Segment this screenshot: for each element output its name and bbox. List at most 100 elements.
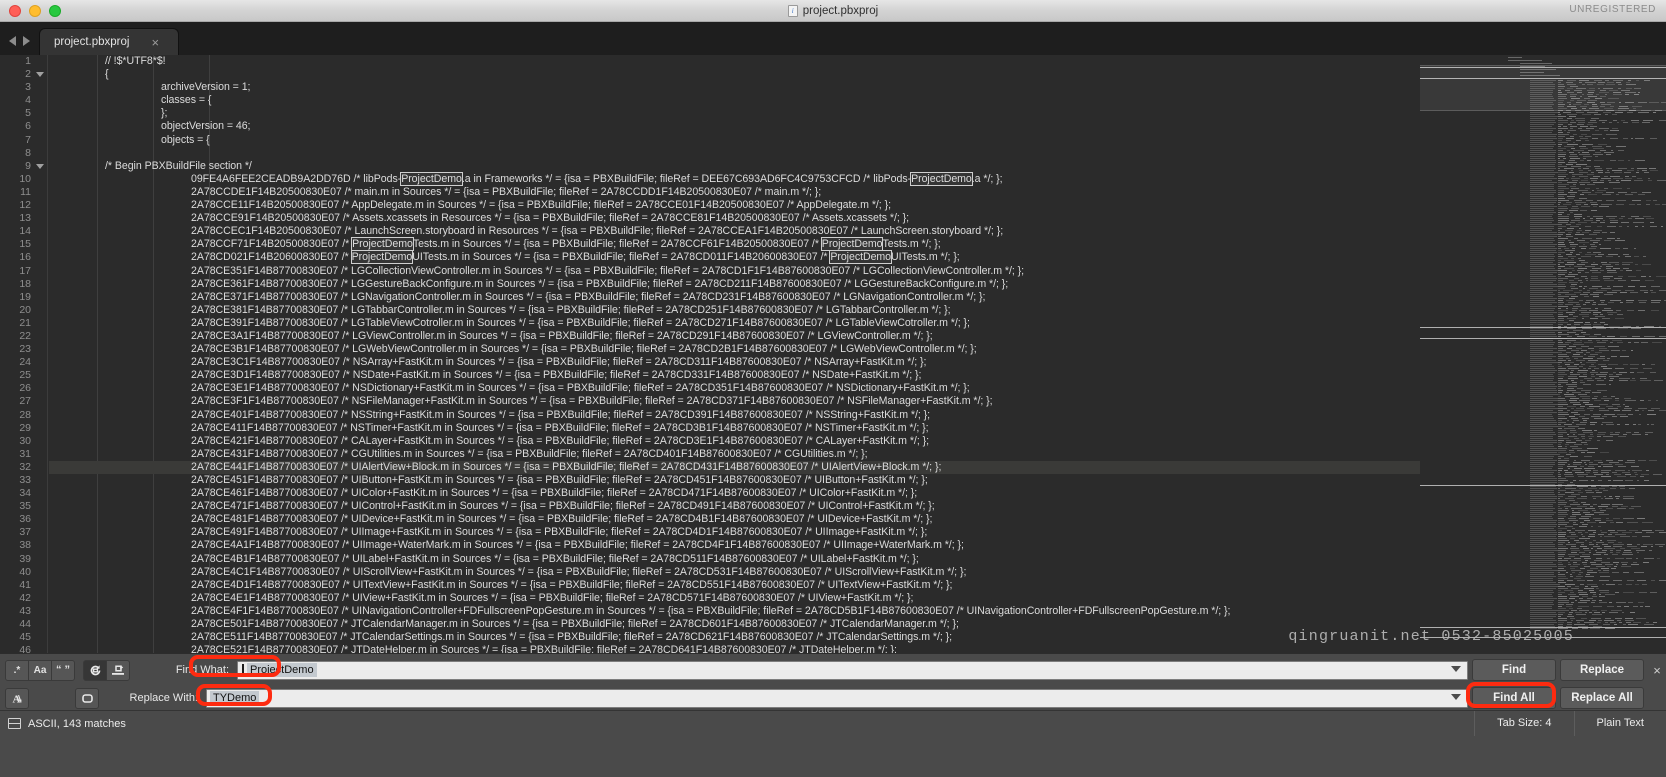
line-number: 38 bbox=[19, 539, 31, 552]
line-number: 5 bbox=[25, 107, 31, 120]
line-number: 42 bbox=[19, 591, 31, 604]
replace-scope-toggle[interactable] bbox=[75, 687, 99, 709]
window-title: project.pbxproj bbox=[802, 5, 879, 17]
replace-with-value: TYDemo bbox=[210, 691, 260, 705]
tab-bar: project.pbxproj × bbox=[0, 22, 1666, 55]
line-number: 6 bbox=[25, 120, 31, 133]
status-bar: ASCII, 143 matches Tab Size: 4 Plain Tex… bbox=[0, 710, 1666, 777]
search-match-highlight: ProjectDemo bbox=[400, 171, 463, 186]
line-number: 35 bbox=[19, 500, 31, 513]
status-encoding-group[interactable]: ASCII, 143 matches bbox=[8, 718, 126, 730]
line-number: 45 bbox=[19, 631, 31, 644]
arrow-right-icon[interactable] bbox=[23, 36, 30, 46]
scope-icon bbox=[81, 692, 94, 705]
line-number: 19 bbox=[19, 290, 31, 303]
close-icon[interactable]: × bbox=[151, 36, 159, 49]
replace-all-button[interactable]: Replace All bbox=[1560, 687, 1644, 709]
line-number: 10 bbox=[19, 172, 31, 185]
line-number: 36 bbox=[19, 513, 31, 526]
minimize-window-button[interactable] bbox=[29, 4, 41, 17]
tab-project-pbxproj[interactable]: project.pbxproj × bbox=[39, 28, 179, 55]
search-match-highlight: ProjectDemo bbox=[910, 171, 973, 186]
whole-word-toggle[interactable]: “ ” bbox=[51, 659, 75, 681]
line-number: 44 bbox=[19, 618, 31, 631]
wrap-around-toggle[interactable] bbox=[83, 659, 107, 681]
status-tab-size[interactable]: Tab Size: 4 bbox=[1474, 711, 1573, 736]
line-number: 7 bbox=[25, 133, 31, 146]
fold-triangle-icon[interactable] bbox=[36, 163, 44, 169]
line-number: 2 bbox=[0, 68, 47, 81]
fold-triangle-icon[interactable] bbox=[36, 72, 44, 78]
line-number-gutter: 1 2 3 4 5 6 7 8 9 10 11 12 13 14 15 16 17 18 19 20 21 22 23 24 2… bbox=[0, 55, 48, 653]
line-number: 28 bbox=[19, 408, 31, 421]
window-title-group: i project.pbxproj bbox=[0, 0, 1666, 22]
replace-button[interactable]: Replace bbox=[1560, 659, 1644, 681]
find-button[interactable]: Find bbox=[1472, 659, 1556, 681]
replace-row: A Replace With: TYDemo Find All Replace … bbox=[0, 685, 1666, 711]
find-options-group-1: .* Aa “ ” bbox=[5, 659, 130, 681]
search-in-selection-icon bbox=[111, 664, 125, 677]
line-number: 14 bbox=[19, 225, 31, 238]
find-what-input[interactable]: ProjectDemo bbox=[237, 660, 1468, 680]
svg-text:A: A bbox=[12, 693, 20, 705]
tab-label: project.pbxproj bbox=[54, 36, 130, 48]
document-icon: i bbox=[787, 5, 798, 17]
line-number: 43 bbox=[19, 604, 31, 617]
line-number: 41 bbox=[19, 578, 31, 591]
chevron-down-icon[interactable] bbox=[1451, 665, 1461, 672]
close-find-panel-icon[interactable]: × bbox=[1648, 663, 1666, 678]
line-number: 25 bbox=[19, 369, 31, 382]
line-number: 11 bbox=[20, 185, 31, 198]
line-number: 22 bbox=[19, 329, 31, 342]
status-syntax[interactable]: Plain Text bbox=[1573, 711, 1666, 736]
status-encoding-text: ASCII, 143 matches bbox=[28, 717, 126, 730]
search-match-highlight: ProjectDemo bbox=[351, 237, 414, 252]
find-replace-panel: .* Aa “ ” Find What: ProjectDemo Find Re… bbox=[0, 653, 1666, 710]
use-regex-toggle[interactable]: .* bbox=[5, 659, 29, 681]
code-editor[interactable]: 1 2 3 4 5 6 7 8 9 10 11 12 13 14 15 16 17 18 19 20 21 22 23 24 2… bbox=[0, 55, 1666, 653]
zoom-window-button[interactable] bbox=[49, 4, 61, 17]
find-options-group-2: A bbox=[5, 687, 99, 709]
match-case-toggle[interactable]: Aa bbox=[28, 659, 52, 681]
line-number: 3 bbox=[25, 81, 31, 94]
line-number: 39 bbox=[19, 552, 31, 565]
whole-word-icon: “ ” bbox=[55, 664, 71, 676]
code-minimap[interactable] bbox=[1420, 55, 1666, 653]
minimap-render bbox=[1420, 55, 1666, 653]
line-number: 26 bbox=[19, 382, 31, 395]
find-what-label: Find What: bbox=[175, 664, 229, 676]
minimap-viewport[interactable] bbox=[1420, 65, 1666, 111]
line-number: 17 bbox=[19, 264, 31, 277]
line-number: 33 bbox=[19, 474, 31, 486]
search-match-highlight: ProjectDemo bbox=[829, 250, 893, 265]
line-number: 1 bbox=[25, 55, 31, 67]
line-number: 32 bbox=[19, 460, 31, 473]
line-number: 12 bbox=[19, 199, 31, 212]
line-number: 23 bbox=[19, 343, 31, 356]
encoding-icon bbox=[8, 718, 21, 729]
traffic-lights bbox=[9, 4, 61, 17]
preserve-case-toggle[interactable]: A bbox=[5, 687, 29, 709]
navigation-arrows bbox=[0, 36, 39, 55]
find-what-value: ProjectDemo bbox=[247, 663, 317, 677]
chevron-down-icon[interactable] bbox=[1451, 693, 1461, 700]
line-number: 29 bbox=[19, 421, 31, 434]
close-window-button[interactable] bbox=[9, 4, 21, 17]
line-number: 15 bbox=[19, 238, 31, 251]
search-in-selection-toggle[interactable] bbox=[106, 659, 130, 681]
window-titlebar: i project.pbxproj UNREGISTERED bbox=[0, 0, 1666, 22]
find-all-button[interactable]: Find All bbox=[1472, 687, 1556, 709]
replace-with-field-wrap: TYDemo bbox=[206, 688, 1468, 708]
arrow-left-icon[interactable] bbox=[9, 36, 16, 46]
unregistered-badge: UNREGISTERED bbox=[1569, 4, 1656, 15]
line-number: 13 bbox=[19, 212, 31, 225]
line-number: 31 bbox=[19, 447, 31, 460]
line-number: 37 bbox=[19, 526, 31, 539]
line-number: 40 bbox=[19, 565, 31, 578]
replace-with-input[interactable]: TYDemo bbox=[206, 688, 1468, 708]
match-case-icon: Aa bbox=[33, 664, 47, 676]
regex-icon: .* bbox=[13, 664, 21, 676]
transform-case-icon: A bbox=[11, 692, 24, 705]
line-number: 16 bbox=[19, 251, 31, 264]
line-number: 21 bbox=[19, 316, 31, 329]
